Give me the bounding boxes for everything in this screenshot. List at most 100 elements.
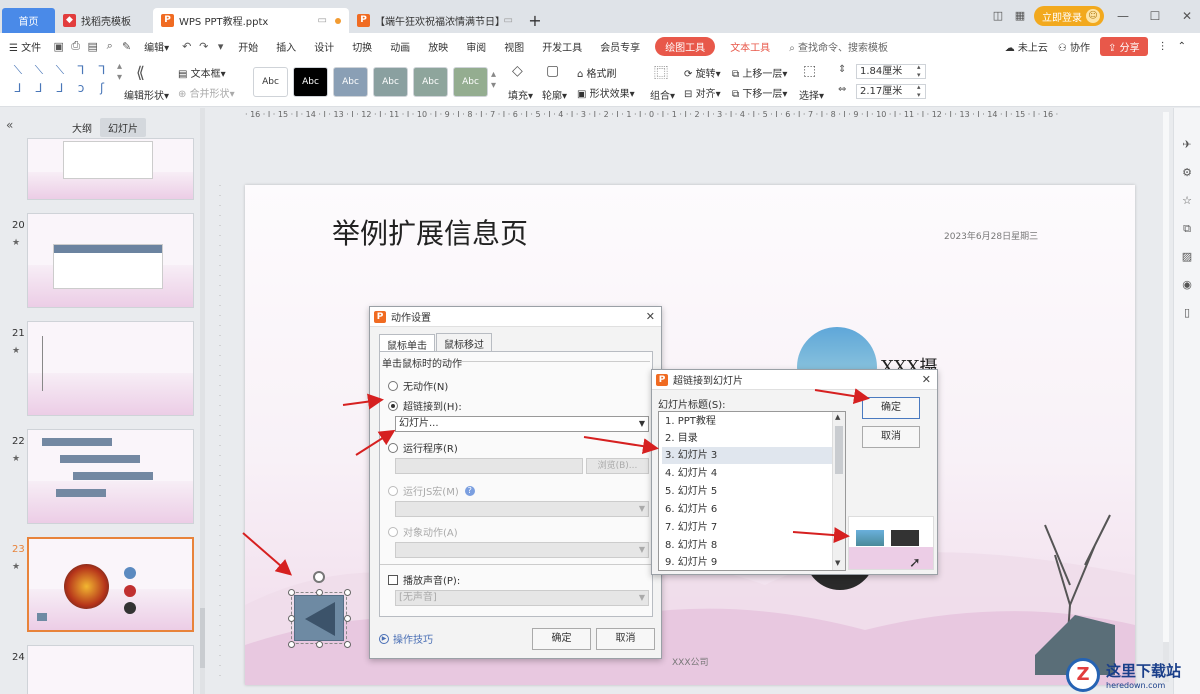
elbow-shape-icon[interactable]: ⅂ <box>71 63 91 81</box>
list-item[interactable]: 2. 目录 <box>662 430 832 447</box>
list-item-selected[interactable]: 3. 幻灯片 3 <box>662 447 832 464</box>
cancel-button[interactable]: 取消 <box>862 426 920 448</box>
rotate-button[interactable]: ⟳ 旋转▾ <box>684 65 721 80</box>
menu-tab-view[interactable]: 视图 <box>495 39 533 54</box>
menu-tab-review[interactable]: 审阅 <box>457 39 495 54</box>
textbox-button[interactable]: ▤ 文本框▾ <box>178 65 226 80</box>
rocket-icon[interactable]: ✈ <box>1180 138 1194 151</box>
resize-handle[interactable] <box>344 641 351 648</box>
radio-circle[interactable] <box>388 485 398 496</box>
new-tab-button[interactable]: + <box>521 8 549 33</box>
radio-object-action[interactable]: 对象动作(A) <box>388 524 458 539</box>
slide-date[interactable]: 2023年6月28日星期三 <box>944 229 1038 242</box>
outline-button[interactable]: 轮廓▾ <box>542 87 567 102</box>
close-icon[interactable]: ✕ <box>1174 9 1200 23</box>
list-item[interactable]: 6. 幻灯片 6 <box>662 501 832 518</box>
gallery-scroll-icon[interactable]: ▴ ▾ <box>117 61 122 83</box>
width-stepper-icon[interactable]: ▴ ▾ <box>917 83 921 99</box>
slide-thumbnail-21[interactable] <box>27 321 194 416</box>
login-button[interactable]: 立即登录 ☺ <box>1034 6 1104 26</box>
scroll-down-icon[interactable]: ▼ <box>835 559 840 567</box>
resize-handle[interactable] <box>316 641 323 648</box>
slide-thumbnail-19[interactable] <box>27 138 194 200</box>
image-icon[interactable]: ▨ <box>1180 250 1194 263</box>
list-scrollbar[interactable]: ▲ ▼ <box>832 412 845 570</box>
elbow-double-shape-icon[interactable]: ⅃ <box>8 81 28 99</box>
edit-menu[interactable]: 编辑▾ <box>135 39 178 54</box>
hyperlink-select[interactable]: 幻灯片... ▼ <box>395 416 649 432</box>
maximize-icon[interactable]: ☐ <box>1142 9 1168 23</box>
tab-document[interactable]: P WPS PPT教程.pptx ▭ <box>153 8 349 33</box>
radio-hyperlink[interactable]: 超链接到(H): <box>388 398 462 413</box>
tab-home[interactable]: 首页 <box>2 8 55 33</box>
align-button[interactable]: ⊟ 对齐▾ <box>684 85 721 100</box>
menu-tab-member[interactable]: 会员专享 <box>591 39 649 54</box>
radio-circle[interactable] <box>388 400 398 411</box>
save-icon[interactable]: ▣ <box>50 40 67 53</box>
share-button[interactable]: ⇪ 分享 <box>1100 36 1148 56</box>
resize-handle[interactable] <box>316 589 323 596</box>
collapse-panel-icon[interactable]: « <box>6 118 13 132</box>
freeform-shape-icon[interactable]: ʃ <box>92 81 112 99</box>
edit-shape-button[interactable]: 编辑形状▾ <box>124 87 169 102</box>
shape-effects-button[interactable]: ▣ 形状效果▾ <box>577 85 635 100</box>
slide-thumbnail-22[interactable] <box>27 429 194 524</box>
list-item[interactable]: 1. PPT教程 <box>662 413 832 430</box>
shape-style-5[interactable]: Abc <box>413 67 448 97</box>
browse-button[interactable]: 浏览(B)... <box>586 458 649 474</box>
help-icon[interactable]: ? <box>464 485 475 496</box>
menu-tab-start[interactable]: 开始 <box>229 39 267 54</box>
redo-icon[interactable]: ↷ <box>195 40 212 53</box>
shape-style-2[interactable]: Abc <box>293 67 328 97</box>
send-backward-button[interactable]: ⧉ 下移一层▾ <box>732 85 787 100</box>
slide-thumbnail-23[interactable] <box>27 537 194 632</box>
close-icon[interactable]: ✕ <box>922 373 931 386</box>
tab-outline[interactable]: 大纲 <box>64 118 100 137</box>
close-icon[interactable]: ✕ <box>646 310 655 323</box>
undo-icon[interactable]: ↶ <box>178 40 195 53</box>
collapse-ribbon-icon[interactable]: ⌃ <box>1178 41 1186 52</box>
curve-double-shape-icon[interactable]: ↄ <box>71 81 91 99</box>
settings-icon[interactable]: ⚙ <box>1180 166 1194 179</box>
elbow-arrow-shape-icon[interactable]: ⅂ <box>92 63 112 81</box>
slide-thumbnail-20[interactable] <box>27 213 194 308</box>
layout-icon[interactable]: ◫ <box>990 9 1006 23</box>
radio-run-program[interactable]: 运行程序(R) <box>388 440 458 455</box>
cancel-button[interactable]: 取消 <box>596 628 655 650</box>
canvas-scrollbar[interactable] <box>1162 112 1170 682</box>
shape-style-1[interactable]: Abc <box>253 67 288 97</box>
cloud-status[interactable]: ☁ 未上云 <box>1005 39 1048 54</box>
menu-tab-drawing-tools[interactable]: 绘图工具 <box>655 36 716 56</box>
list-item[interactable]: 7. 幻灯片 7 <box>662 519 832 536</box>
resize-handle[interactable] <box>344 589 351 596</box>
group-button[interactable]: 组合▾ <box>650 87 675 102</box>
height-input[interactable]: 1.84厘米 <box>856 64 926 79</box>
minimize-icon[interactable]: — <box>1110 9 1136 23</box>
format-painter-button[interactable]: ⌂ 格式刷 <box>577 65 617 80</box>
style-scroll-icon[interactable]: ▴ ▾ <box>491 69 496 91</box>
menu-tab-insert[interactable]: 插入 <box>267 39 305 54</box>
radio-run-js[interactable]: 运行JS宏(M) ? <box>388 483 475 498</box>
slide-panel-scrollbar[interactable] <box>200 108 205 694</box>
list-item[interactable]: 8. 幻灯片 8 <box>662 537 832 554</box>
slide-title[interactable]: 举例扩展信息页 <box>332 212 528 252</box>
resize-handle[interactable] <box>288 615 295 622</box>
format-icon[interactable]: ✎ <box>118 40 135 53</box>
js-macro-select[interactable]: ▼ <box>395 501 649 517</box>
bring-forward-button[interactable]: ⧉ 上移一层▾ <box>732 65 787 80</box>
menu-tab-transition[interactable]: 切换 <box>343 39 381 54</box>
menu-tab-design[interactable]: 设计 <box>305 39 343 54</box>
resize-handle[interactable] <box>288 641 295 648</box>
play-sound-checkbox[interactable]: 播放声音(P): <box>388 572 460 587</box>
line-shape-icon[interactable]: ⟍ <box>8 63 28 81</box>
resize-handle[interactable] <box>288 589 295 596</box>
rotate-handle[interactable] <box>313 571 325 583</box>
slide-company[interactable]: XXX公司 <box>672 655 709 668</box>
preview-icon[interactable]: ⌕ <box>101 39 118 53</box>
list-item[interactable]: 4. 幻灯片 4 <box>662 465 832 482</box>
list-item[interactable]: 9. 幻灯片 9 <box>662 554 832 570</box>
height-stepper-icon[interactable]: ▴ ▾ <box>917 63 921 79</box>
menu-tab-text-tools[interactable]: 文本工具 <box>721 39 779 54</box>
menu-tab-animation[interactable]: 动画 <box>381 39 419 54</box>
object-action-select[interactable]: ▼ <box>395 542 649 558</box>
